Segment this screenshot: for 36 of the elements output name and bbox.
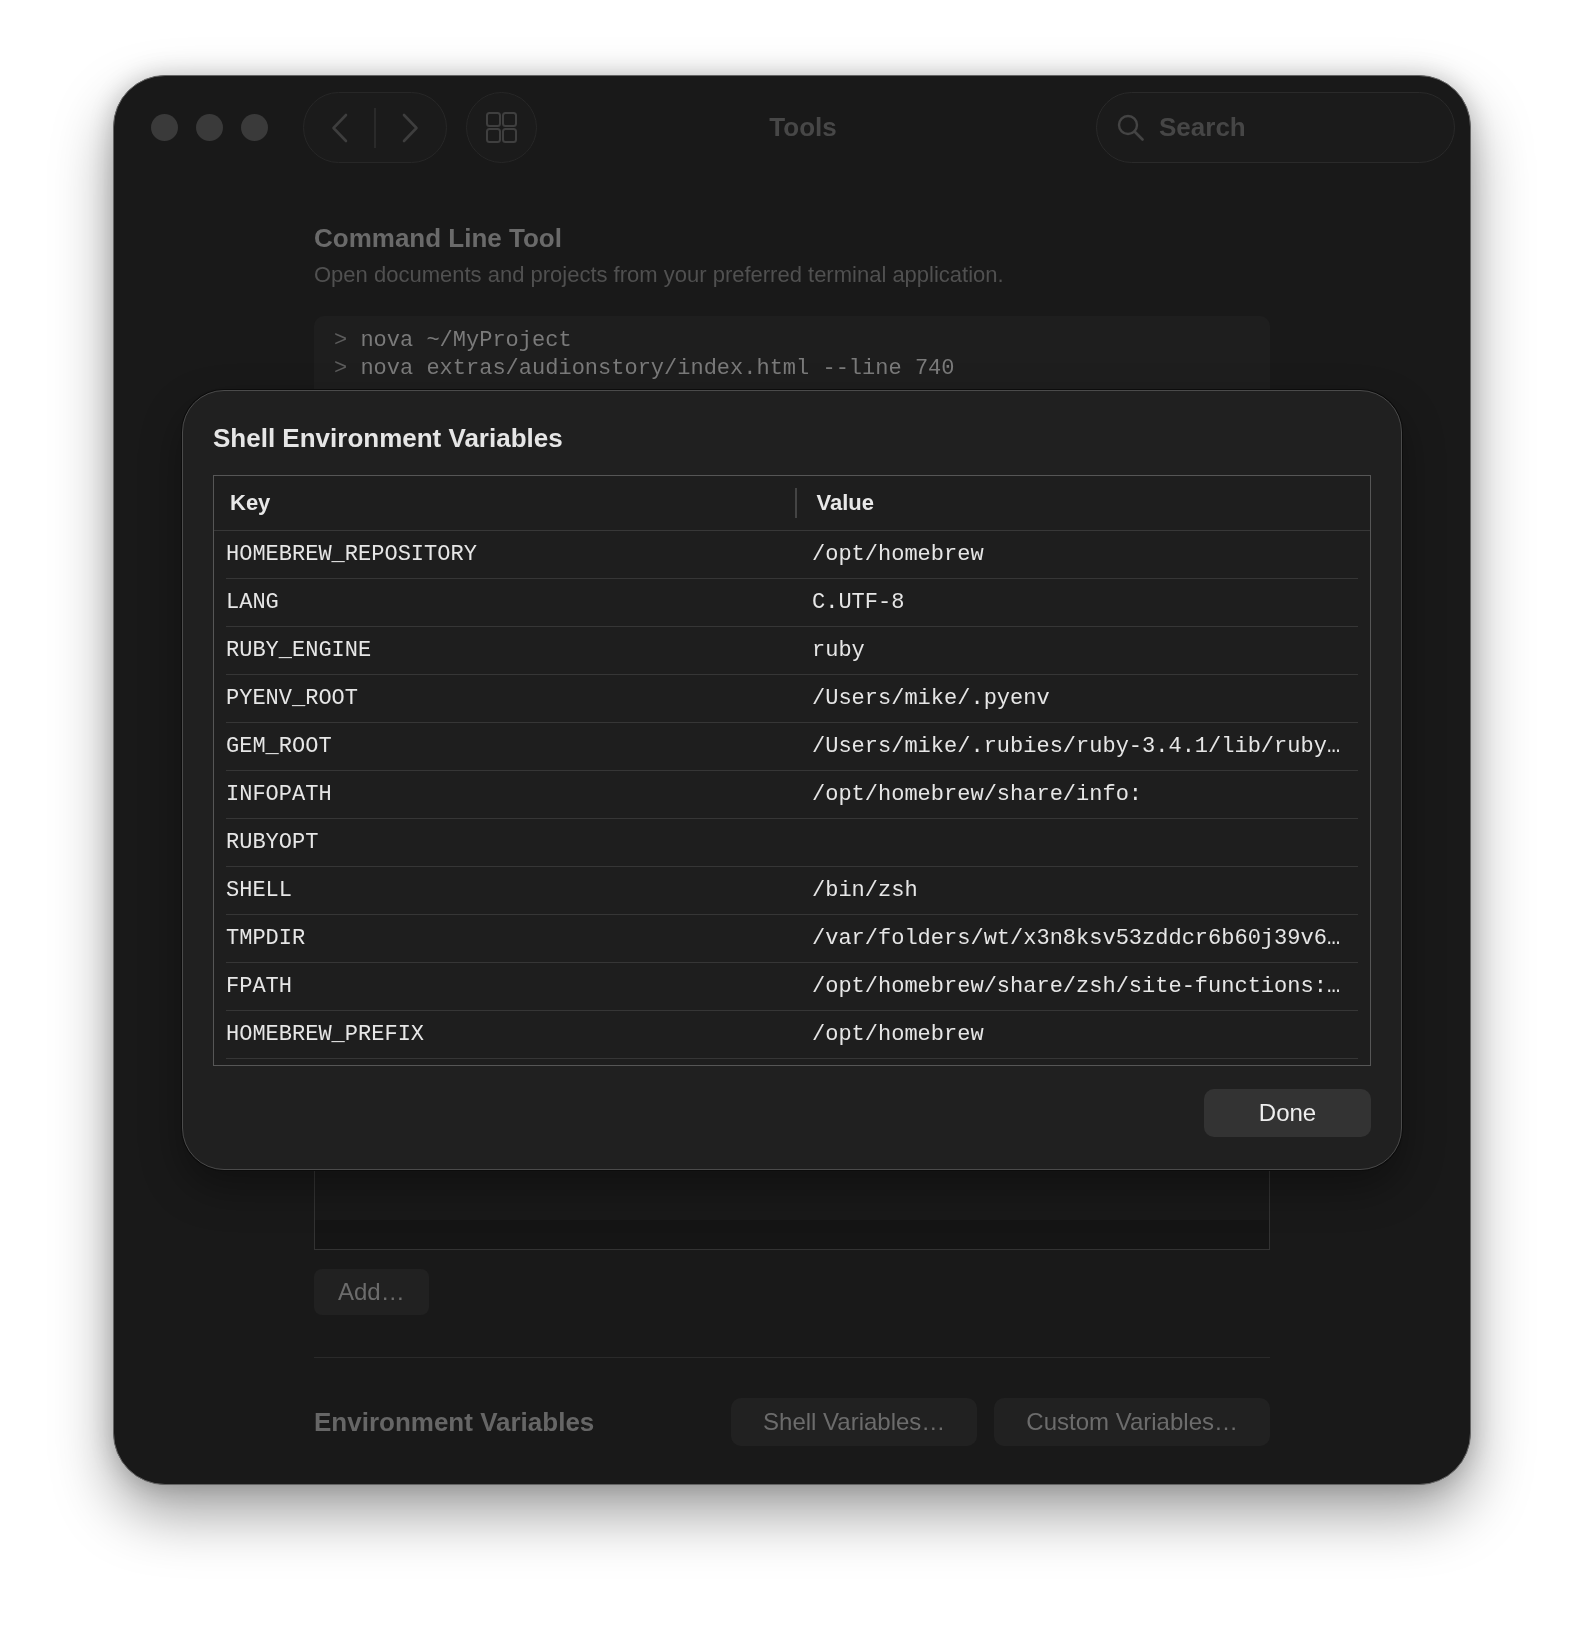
code-line: > nova ~/MyProject — [334, 327, 573, 355]
table-cell-text: RUBYOPT — [226, 830, 320, 855]
table-cell-text: HOMEBREW_PREFIX — [226, 1022, 426, 1047]
section-heading: Environment Variables — [314, 1406, 595, 1438]
table-cell-text: /opt/homebrew — [812, 542, 985, 567]
zoom-button[interactable] — [241, 114, 268, 141]
table-cell-text: /opt/homebrew — [812, 1022, 985, 1047]
table-cell-text: HOMEBREW_REPOSITORY — [226, 542, 478, 567]
table-cell-text: INFOPATH — [226, 782, 333, 807]
code-line: > nova extras/audionstory/index.html --line 740 — [334, 355, 956, 383]
table-cell-text: C.UTF-8 — [812, 590, 906, 615]
table-cell-text: GEM_ROOT — [226, 734, 333, 759]
close-button[interactable] — [151, 114, 178, 141]
search-icon — [1117, 114, 1144, 141]
column-header[interactable]: Key — [230, 490, 795, 516]
table-cell-text: RUBY_ENGINE — [226, 638, 373, 663]
table-cell-text: FPATH — [226, 974, 293, 999]
chevron-right-icon — [402, 112, 420, 143]
table-cell-text: /bin/zsh — [812, 878, 919, 903]
table-cell-text: /opt/homebrew/share/zsh/site-functions:… — [812, 974, 1342, 999]
table-cell-text: /opt/homebrew/share/info: — [812, 782, 1144, 807]
dialog-title: Shell Environment Variables — [213, 422, 564, 454]
done-button[interactable]: Done — [1204, 1089, 1371, 1137]
column-header[interactable]: Value — [816, 490, 874, 516]
section-heading: Command Line Tool — [314, 222, 563, 254]
table-cell-text: PYENV_ROOT — [226, 686, 360, 711]
table-cell-text: SHELL — [226, 878, 293, 903]
table-cell-text: LANG — [226, 590, 280, 615]
table-cell-text: TMPDIR — [226, 926, 307, 951]
table-cell-text: /var/folders/wt/x3n8ksv53zddcr6b60j39v6… — [812, 926, 1342, 951]
grid-icon — [486, 112, 517, 143]
table-cell-text: ruby — [812, 638, 866, 663]
chevron-left-icon — [330, 112, 348, 143]
table-cell-text: /Users/mike/.rubies/ruby-3.4.1/lib/ruby… — [812, 734, 1342, 759]
table-cell-text: /Users/mike/.pyenv — [812, 686, 1051, 711]
minimize-button[interactable] — [196, 114, 223, 141]
